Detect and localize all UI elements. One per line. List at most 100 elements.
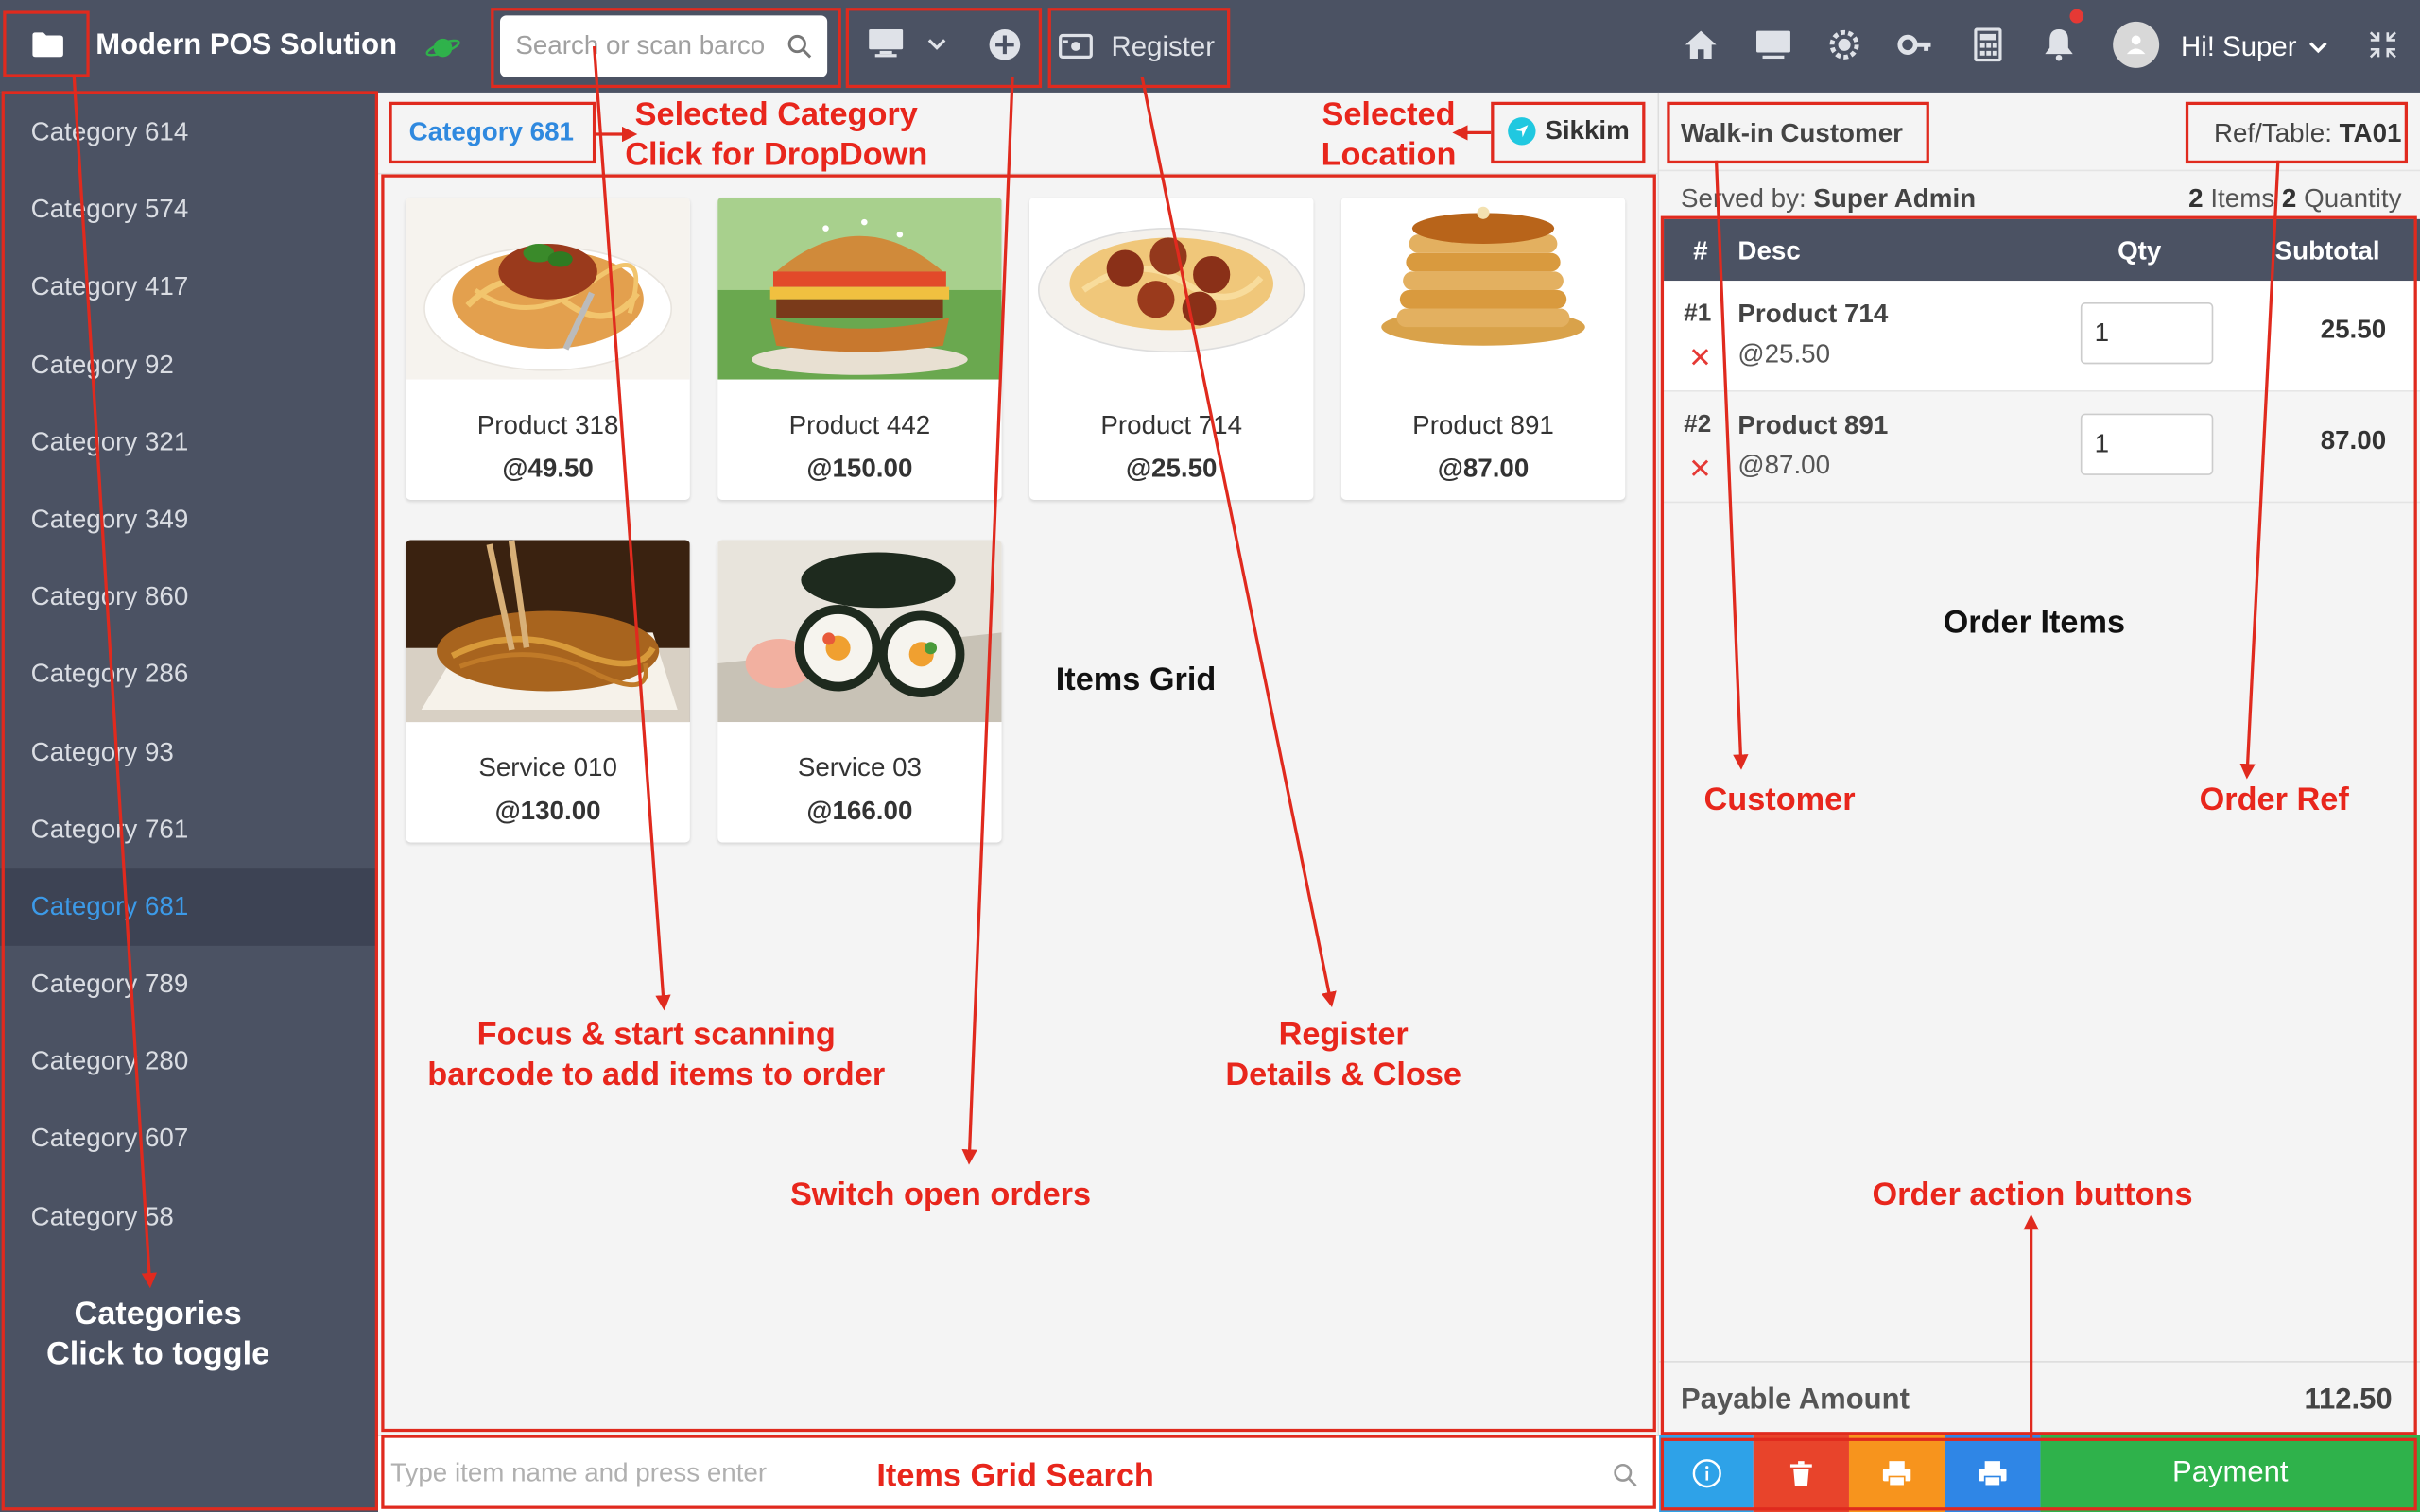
product-name: Product 891 — [1412, 410, 1554, 440]
col-qty: Qty — [2118, 235, 2162, 266]
printer-icon — [1882, 1461, 1911, 1487]
order-ref[interactable]: Ref/Table: TA01 — [2214, 119, 2402, 150]
ref-label: Ref/Table: — [2213, 118, 2332, 148]
user-menu[interactable]: Hi! Super — [2181, 31, 2327, 63]
trash-icon — [1789, 1461, 1812, 1486]
remove-item-icon[interactable]: ✕ — [1688, 454, 1712, 486]
product-name: Product 442 — [788, 410, 931, 440]
avatar[interactable] — [2113, 21, 2160, 68]
ref-value: TA01 — [2339, 118, 2402, 148]
chevron-down-icon — [2309, 41, 2327, 53]
order-row: #2 ✕ Product 891 @87.00 87.00 — [1664, 391, 2420, 504]
quantity-label: Quantity — [2304, 183, 2402, 214]
product-price: @150.00 — [806, 454, 913, 484]
selected-category-dropdown[interactable]: Category 681 — [409, 117, 574, 148]
category-item[interactable]: Category 321 — [0, 404, 378, 481]
category-item[interactable]: Category 417 — [0, 249, 378, 326]
category-item-active[interactable]: Category 681 — [0, 868, 379, 946]
selected-location[interactable]: Sikkim — [1508, 115, 1630, 146]
order-item-subtotal: 87.00 — [2320, 425, 2387, 455]
product-card[interactable]: Product 442 @150.00 — [717, 197, 1002, 500]
quantity-input[interactable] — [2080, 302, 2214, 365]
calculator-icon[interactable] — [1974, 27, 2002, 62]
category-item[interactable]: Category 58 — [0, 1178, 378, 1256]
delete-order-button[interactable] — [1753, 1435, 1849, 1512]
top-bar: Modern POS Solution Register Hi! Super — [0, 0, 2420, 93]
open-orders-monitor-icon[interactable] — [868, 27, 905, 59]
settings-gear-icon[interactable] — [1827, 27, 1861, 61]
category-item[interactable]: Category 614 — [0, 94, 378, 172]
category-item[interactable]: Category 607 — [0, 1101, 378, 1178]
register-button[interactable]: Register — [1059, 15, 1215, 77]
order-item-name: Product 714 — [1737, 299, 1889, 329]
search-icon — [787, 34, 812, 59]
product-card[interactable]: Service 03 @166.00 — [717, 540, 1002, 843]
category-item[interactable]: Category 761 — [0, 791, 378, 868]
fullscreen-compress-icon[interactable] — [2369, 31, 2396, 59]
category-item[interactable]: Category 349 — [0, 481, 378, 558]
print-bill-button[interactable] — [1945, 1435, 2041, 1512]
payment-button[interactable]: Payment — [2040, 1435, 2420, 1512]
order-info-button[interactable] — [1659, 1435, 1754, 1512]
served-by-name: Super Admin — [1813, 183, 1977, 214]
quantity-count: 2 — [2281, 183, 2297, 214]
product-price: @130.00 — [494, 796, 601, 826]
product-name: Product 714 — [1100, 410, 1243, 440]
category-item[interactable]: Category 93 — [0, 713, 378, 791]
payable-amount-row: Payable Amount 112.50 — [1659, 1361, 2420, 1435]
quantity-input[interactable] — [2080, 413, 2214, 475]
category-item[interactable]: Category 860 — [0, 558, 378, 636]
customer-selector[interactable]: Walk-in Customer — [1681, 119, 1903, 150]
sushi-image — [717, 540, 1002, 723]
info-icon — [1691, 1459, 1721, 1488]
key-icon[interactable] — [1897, 27, 1934, 61]
app-title: Modern POS Solution — [95, 29, 398, 62]
product-name: Product 318 — [476, 410, 619, 440]
notifications-bell-icon[interactable] — [2044, 27, 2075, 61]
order-row: #1 ✕ Product 714 @25.50 25.50 — [1664, 281, 2420, 392]
category-item[interactable]: Category 789 — [0, 946, 378, 1023]
product-price: @166.00 — [806, 796, 913, 826]
served-row: Served by: Super Admin 2 Items 2 Quantit… — [1659, 169, 2420, 219]
user-icon — [2126, 35, 2146, 55]
product-card[interactable]: Product 891 @87.00 — [1340, 197, 1626, 500]
search-icon — [1614, 1463, 1637, 1487]
product-card[interactable]: Product 318 @49.50 — [406, 197, 690, 500]
items-grid-search — [378, 1435, 1660, 1512]
served-by: Served by: Super Admin — [1681, 183, 1976, 215]
remove-item-icon[interactable]: ✕ — [1688, 342, 1712, 374]
col-desc: Desc — [1737, 235, 1801, 266]
location-name: Sikkim — [1545, 115, 1630, 146]
category-item[interactable]: Category 92 — [0, 326, 378, 404]
payable-amount: 112.50 — [2304, 1383, 2393, 1417]
product-card[interactable]: Product 714 @25.50 — [1029, 197, 1314, 500]
order-item-unit-price: @87.00 — [1737, 450, 1831, 480]
category-sidebar: Category 614 Category 574 Category 417 C… — [0, 92, 379, 1512]
product-card[interactable]: Service 010 @130.00 — [406, 540, 690, 843]
category-item[interactable]: Category 574 — [0, 172, 378, 249]
col-num: # — [1693, 235, 1708, 266]
pancakes-image — [1340, 197, 1626, 380]
print-order-button[interactable] — [1848, 1435, 1945, 1512]
notification-badge — [2067, 8, 2085, 26]
order-row-number: #1 — [1684, 301, 1712, 328]
customer-display-monitor-icon[interactable] — [1754, 27, 1791, 61]
user-greeting: Hi! Super — [2181, 30, 2297, 62]
order-row-number: #2 — [1684, 411, 1712, 438]
register-label: Register — [1111, 29, 1215, 61]
barcode-search-input[interactable] — [499, 15, 828, 77]
divider — [378, 172, 1660, 175]
toggle-categories-button[interactable] — [7, 12, 90, 77]
new-order-plus-icon[interactable] — [988, 27, 1022, 61]
payable-label: Payable Amount — [1681, 1383, 1910, 1417]
printer-icon — [1979, 1461, 2007, 1487]
items-label: Items — [2210, 183, 2275, 214]
category-item[interactable]: Category 286 — [0, 636, 378, 713]
category-item[interactable]: Category 280 — [0, 1023, 378, 1101]
cash-register-icon — [1059, 33, 1093, 60]
home-icon[interactable] — [1684, 27, 1718, 61]
order-panel: Walk-in Customer Ref/Table: TA01 Served … — [1659, 92, 2420, 1512]
items-grid-search-input[interactable] — [378, 1436, 1614, 1511]
product-name: Service 03 — [797, 752, 922, 782]
open-orders-dropdown-chevron-icon[interactable] — [926, 37, 948, 52]
